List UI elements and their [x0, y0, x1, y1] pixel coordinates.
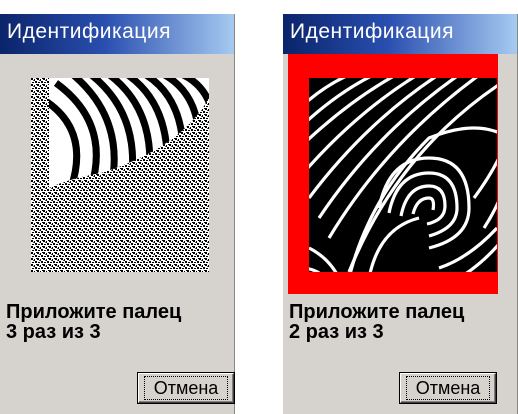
instruction-line: Приложите палец — [289, 301, 465, 323]
cancel-button[interactable]: Отмена — [400, 373, 496, 403]
cancel-button-label: Отмена — [405, 376, 491, 400]
identification-dialog-right: Идентификация Приложите палец 2 раз из 3… — [283, 14, 518, 414]
attempt-counter: 2 раз из 3 — [289, 321, 384, 343]
dialog-title: Идентификация — [0, 14, 234, 54]
fingerprint-frame — [5, 54, 215, 294]
cancel-button[interactable]: Отмена — [138, 373, 234, 403]
dialog-title: Идентификация — [283, 14, 517, 54]
fingerprint-frame-alert — [288, 54, 498, 294]
instruction-line: Приложите палец — [6, 301, 182, 323]
identification-dialog-left: Идентификация Приложите палец 3 раз из 3… — [0, 14, 235, 414]
fingerprint-scan-image — [31, 78, 209, 272]
cancel-button-label: Отмена — [143, 376, 229, 400]
instruction-text: Приложите палец 3 раз из 3 — [6, 302, 181, 342]
instruction-text: Приложите палец 2 раз из 3 — [289, 302, 464, 342]
fingerprint-scan-image — [309, 78, 497, 272]
attempt-counter: 3 раз из 3 — [6, 321, 101, 343]
